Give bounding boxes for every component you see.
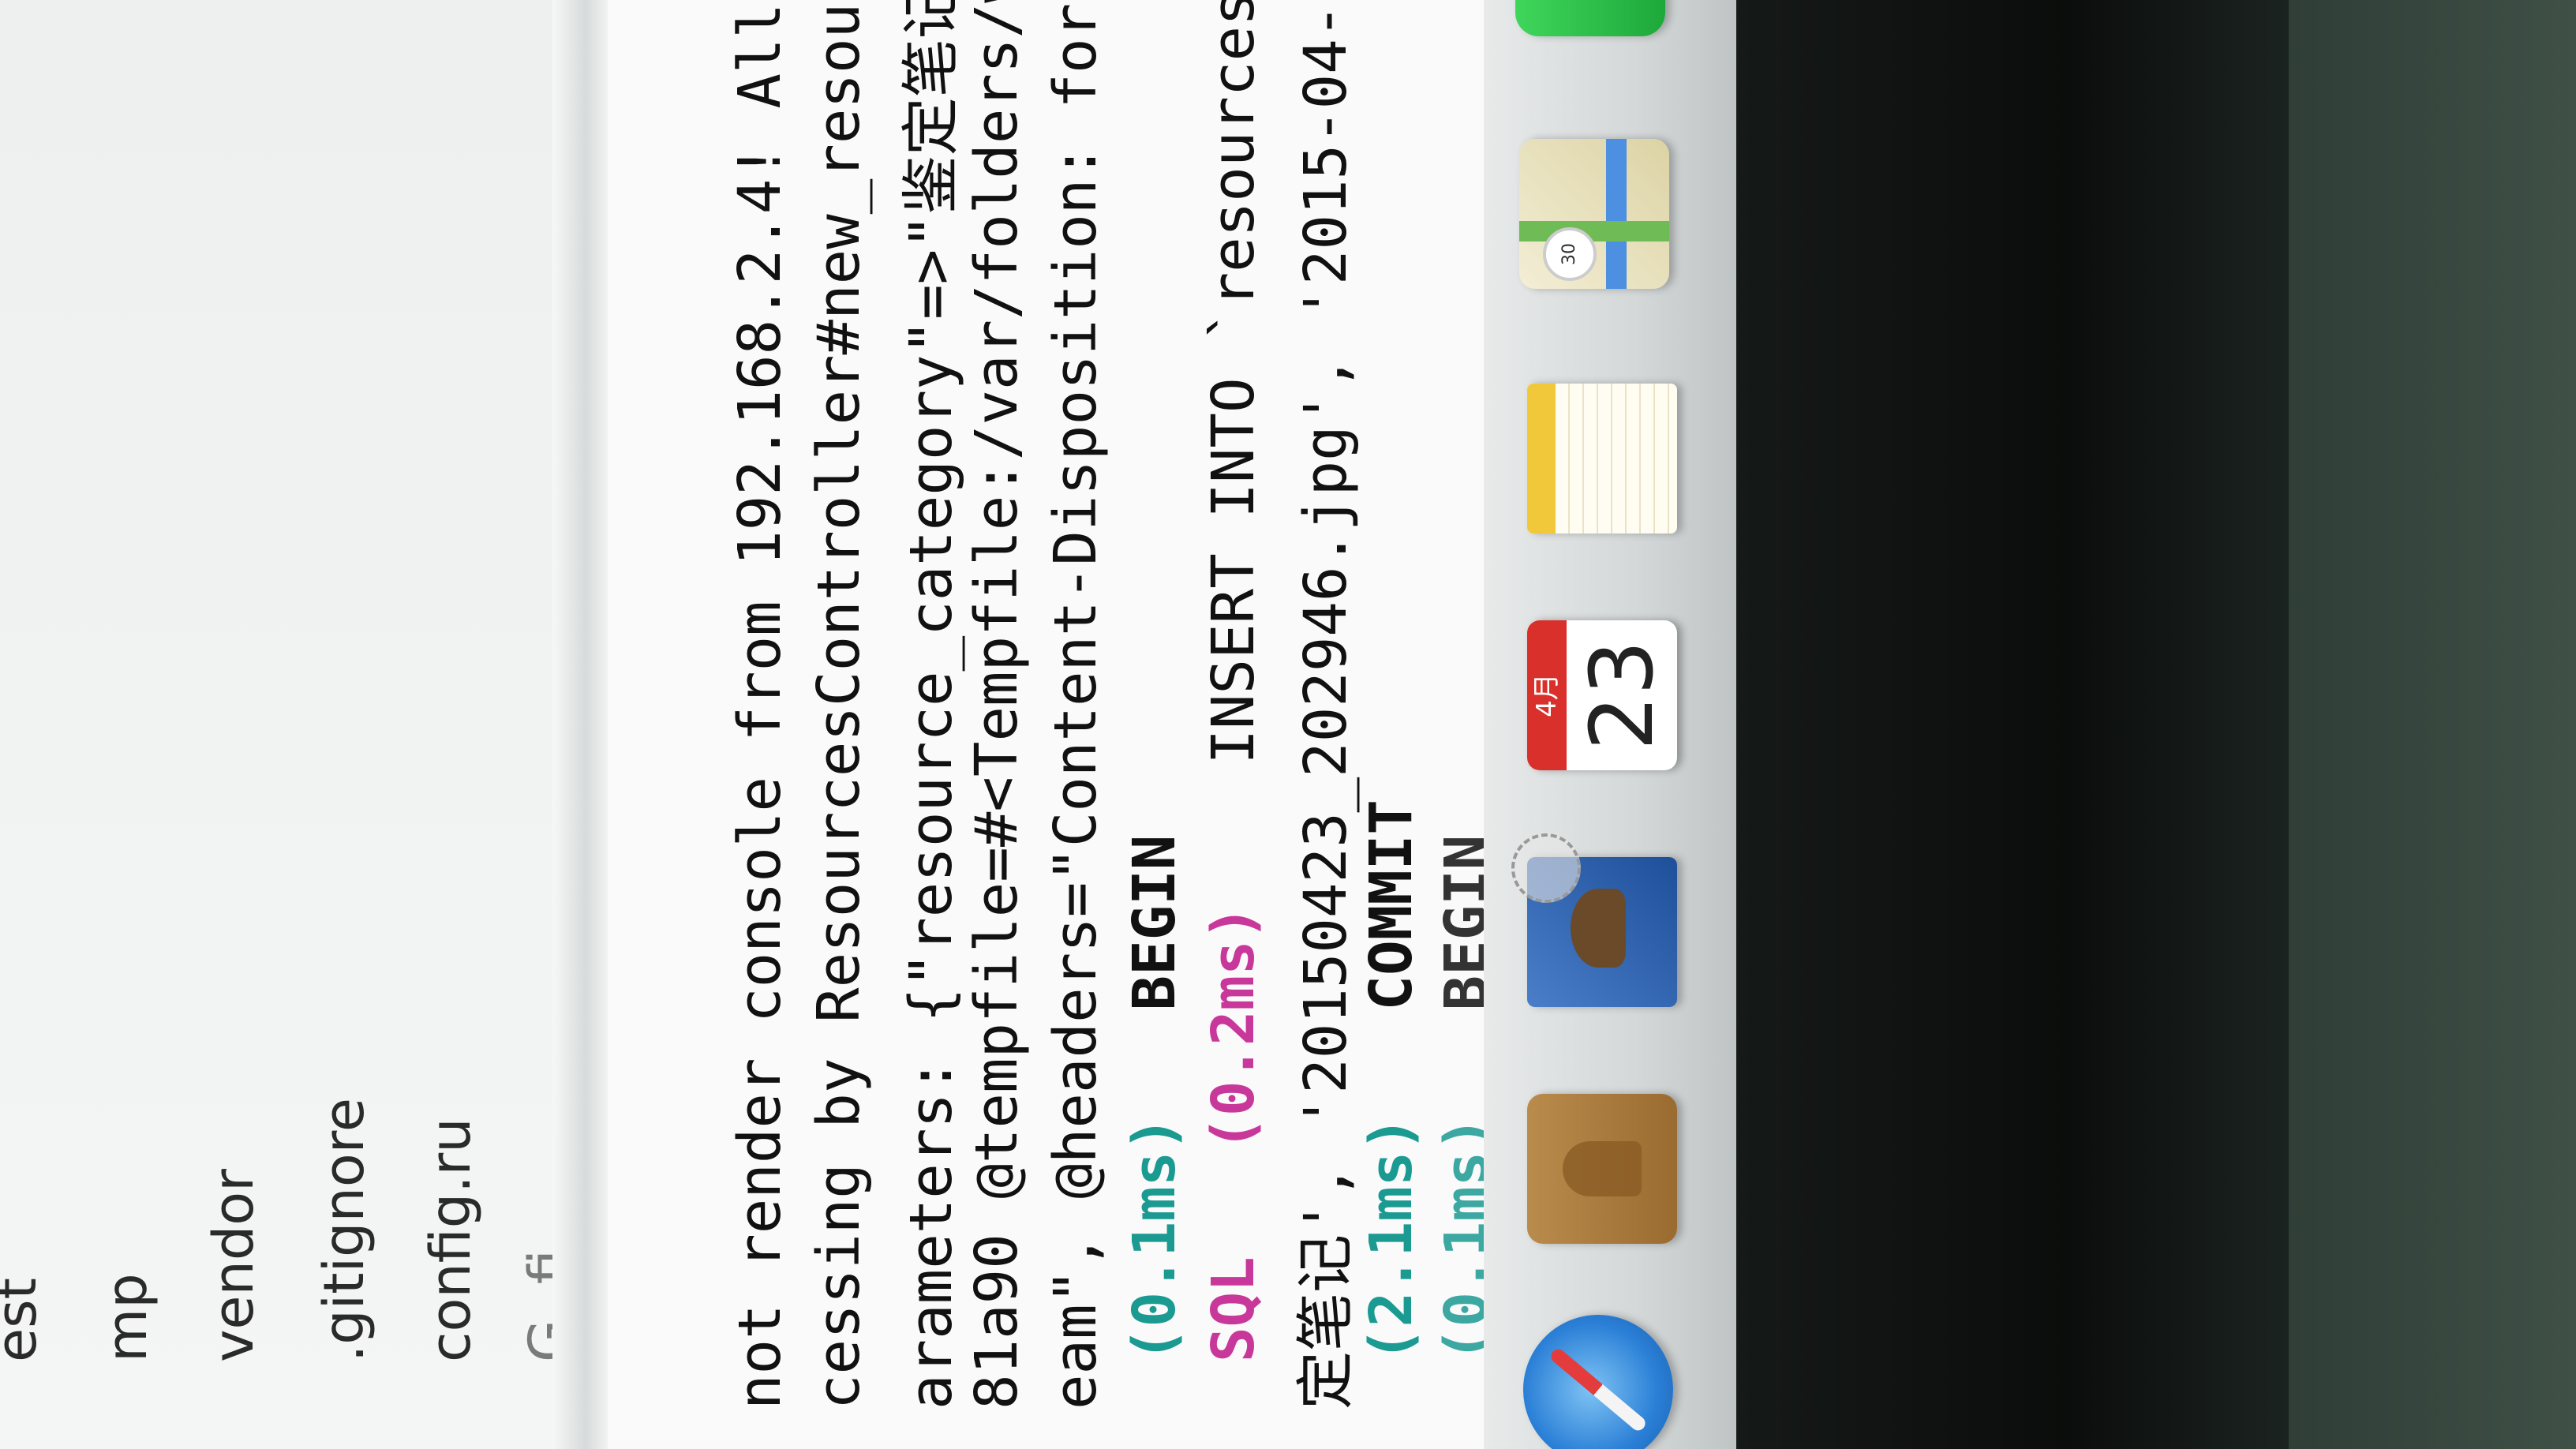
- log-line: eam", @headers="Content-Disposition: for…: [1042, 0, 1110, 1410]
- log-line: not render console from 192.168.2.4! All…: [726, 0, 794, 1410]
- log-line: (2.1ms) COMMIT: [1357, 799, 1425, 1362]
- calendar-day: 23: [1571, 640, 1672, 751]
- postmark-icon: [1511, 833, 1581, 903]
- person-silhouette-icon: [1563, 1141, 1642, 1196]
- log-line: arameters: {"resource_category"=>"鉴定笔记": [897, 0, 965, 1410]
- background-wall: [2289, 0, 2576, 1449]
- log-keyword: COMMIT: [1357, 799, 1425, 1011]
- log-sql-label: SQL: [1200, 1256, 1267, 1362]
- log-keyword: BEGIN: [1121, 834, 1189, 1011]
- log-line: SQL (0.2ms) INSERT INTO `resources` (`us…: [1200, 0, 1267, 1362]
- file-tree-sidebar: est mp vendor .gitignore config.ru G..fi: [0, 0, 600, 1449]
- log-sql-text: INSERT INTO `resources` (`user_i: [1200, 0, 1267, 765]
- maps-3d-badge: 30: [1543, 227, 1597, 281]
- contacts-icon[interactable]: [1527, 1094, 1677, 1244]
- sidebar-divider[interactable]: [552, 0, 608, 1449]
- log-duration: (0.2ms): [1200, 904, 1267, 1151]
- log-line: 定笔记', '20150423_202946.jpg', '2015-04-23…: [1292, 0, 1360, 1410]
- dock: 4月 23 30: [1484, 0, 1736, 1449]
- file-tree-item[interactable]: vendor: [201, 1169, 266, 1362]
- log-duration: (0.1ms): [1121, 1116, 1189, 1362]
- file-tree-item[interactable]: est: [0, 1278, 49, 1362]
- eagle-icon: [1571, 889, 1626, 968]
- map-road: [1606, 139, 1627, 289]
- mail-icon[interactable]: [1511, 833, 1677, 1007]
- safari-icon[interactable]: [1523, 1315, 1673, 1449]
- log-line: (0.1ms) BEGIN: [1121, 835, 1189, 1362]
- notes-icon[interactable]: [1527, 384, 1677, 534]
- file-tree-item[interactable]: mp: [95, 1273, 159, 1362]
- console-log-panel: not render console from 192.168.2.4! All…: [608, 0, 1500, 1449]
- log-line: 81a90 @tempfile=#<Tempfile:/var/folders/…: [963, 0, 1031, 1410]
- log-line: cessing by ResourcesController#new_resou…: [805, 0, 873, 1410]
- calendar-month: 4月: [1527, 620, 1567, 770]
- monitor: est mp vendor .gitignore config.ru G..fi…: [0, 0, 2576, 1449]
- monitor-bezel: [1736, 0, 2289, 1449]
- map-road: [1519, 221, 1669, 242]
- log-duration: (2.1ms): [1357, 1116, 1425, 1362]
- compass-needle-icon: [1548, 1346, 1649, 1434]
- file-tree-item[interactable]: .gitignore: [312, 1098, 376, 1362]
- facetime-icon[interactable]: [1515, 0, 1665, 36]
- photo-frame: est mp vendor .gitignore config.ru G..fi…: [0, 0, 2576, 1449]
- calendar-icon[interactable]: 4月 23: [1527, 620, 1677, 770]
- notes-header: [1527, 384, 1556, 534]
- screen: est mp vendor .gitignore config.ru G..fi…: [0, 0, 2576, 1449]
- file-tree-item[interactable]: config.ru: [418, 1118, 483, 1362]
- maps-icon[interactable]: 30: [1519, 139, 1669, 289]
